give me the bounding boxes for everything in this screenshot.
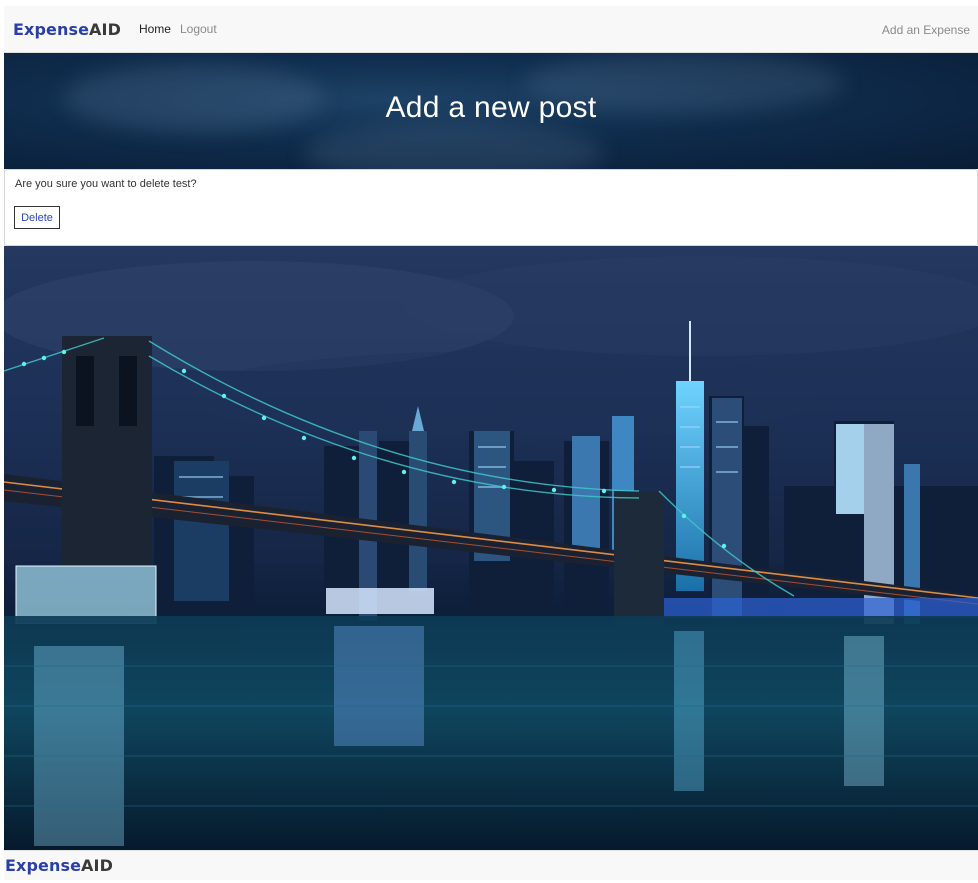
page-footer: ExpenseAID (4, 850, 978, 880)
brand-text-aid: AID (89, 19, 121, 39)
page-header-banner: Add a new post (4, 53, 978, 169)
top-navbar: ExpenseAID Home Logout Add an Expense (4, 6, 978, 53)
nav-home-link[interactable]: Home (139, 22, 171, 36)
nav-logout-link[interactable]: Logout (180, 22, 217, 36)
nav-add-expense-link[interactable]: Add an Expense (882, 23, 970, 37)
header-cloud (304, 123, 604, 169)
delete-button[interactable]: Delete (14, 206, 60, 229)
footer-brand-logo[interactable]: ExpenseAID (5, 856, 113, 875)
brand-text-expense: Expense (13, 19, 90, 39)
city-skyline-image (4, 246, 978, 850)
footer-brand-text-aid: AID (81, 856, 113, 875)
delete-confirm-card: Are you sure you want to delete test? De… (4, 169, 978, 246)
delete-confirm-message: Are you sure you want to delete test? (15, 178, 197, 190)
brand-logo[interactable]: ExpenseAID (13, 20, 121, 39)
skyline-illustration (4, 256, 978, 850)
footer-brand-text-expense: Expense (5, 856, 82, 875)
page-title: Add a new post (385, 91, 597, 124)
